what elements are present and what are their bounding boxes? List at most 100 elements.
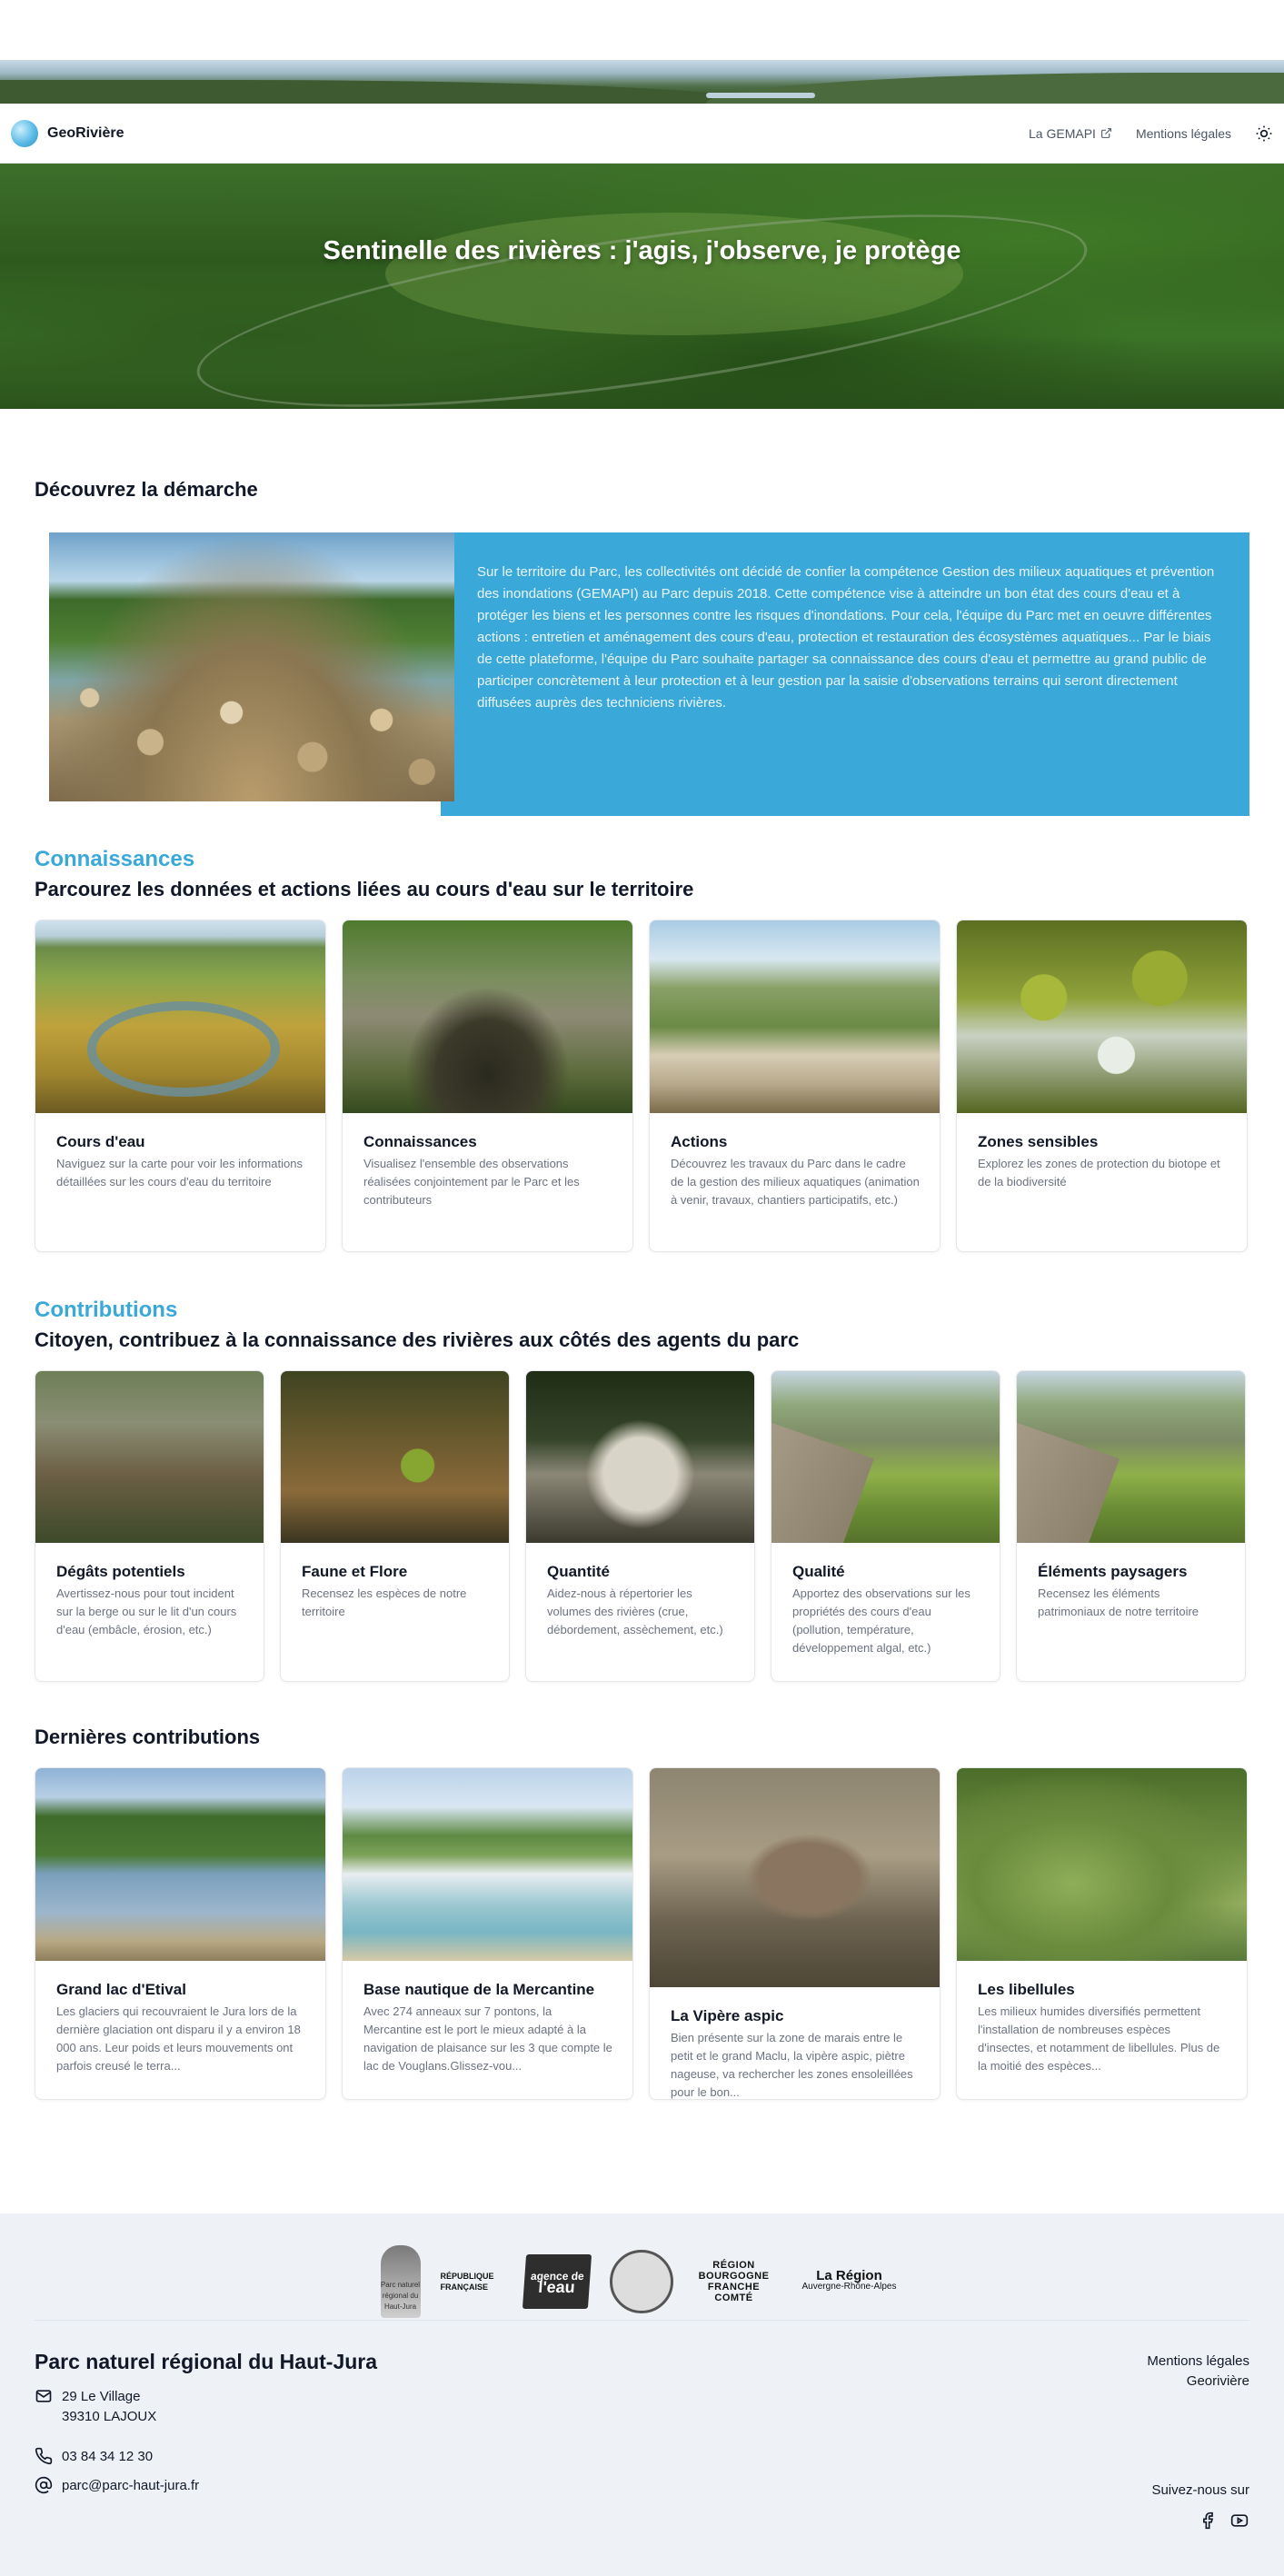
card-vipere-aspic[interactable]: La Vipère aspic Bien présente sur la zone… [649, 1767, 941, 2100]
card-desc: Naviguez sur la carte pour voir les info… [56, 1157, 303, 1189]
card-title: Base nautique de la Mercantine [363, 1981, 595, 1998]
card-actions[interactable]: Actions Découvrez les travaux du Parc dan… [649, 920, 941, 1252]
demarche-title: Découvrez la démarche [35, 478, 258, 501]
card-image [650, 1768, 940, 1987]
nav-link-gemapi-label: La GEMAPI [1029, 125, 1096, 141]
card-cours-deau[interactable]: Cours d'eau Naviguez sur la carte pour vo… [35, 920, 326, 1252]
hero-banner: Sentinelle des rivières : j'agis, j'obse… [0, 164, 1284, 409]
card-image [957, 920, 1247, 1113]
hero-title: Sentinelle des rivières : j'agis, j'obse… [323, 236, 961, 265]
nav-link-mentions[interactable]: Mentions légales [1136, 126, 1231, 141]
footer-link-mentions[interactable]: Mentions légales [1147, 2352, 1249, 2372]
demarche-text: Sur le territoire du Parc, les collectiv… [441, 532, 1249, 816]
footer-links: Mentions légales Georivière Suivez-nous … [1147, 2350, 1249, 2530]
connaissances-section: Connaissances Parcourez les données et a… [35, 847, 1249, 1252]
card-desc: Explorez les zones de protection du biot… [978, 1157, 1220, 1189]
card-elements-paysagers[interactable]: Éléments paysagers Recensez les éléments … [1016, 1370, 1246, 1682]
contributions-eyebrow: Contributions [35, 1298, 178, 1322]
agence-eau-logo: agence de l'eau [522, 2253, 592, 2309]
brand-logo [11, 119, 38, 147]
connaissances-cards: Cours d'eau Naviguez sur la carte pour vo… [35, 920, 1249, 1252]
dernieres-cards: Grand lac d'Etival Les glaciers qui recou… [35, 1767, 1249, 2100]
phone-number: 03 84 34 12 30 [62, 2449, 154, 2464]
footer-link-georiviere[interactable]: Georivière [1147, 2372, 1249, 2392]
river-stones-image [49, 532, 454, 801]
card-desc: Recensez les éléments patrimoniaux de no… [1038, 1586, 1199, 1618]
demarche-section: Découvrez la démarche Sur le territoire … [35, 478, 1249, 816]
card-image [957, 1768, 1247, 1961]
footer-phone[interactable]: 03 84 34 12 30 [35, 2447, 377, 2467]
footer-title: Parc naturel régional du Haut-Jura [35, 2350, 378, 2373]
card-desc: Avertissez-nous pour tout incident sur l… [56, 1586, 237, 1636]
external-link-icon [1101, 128, 1111, 138]
parc-logo-text: Parc naturel régional du Haut-Jura [380, 2280, 421, 2311]
round-partner-logo [609, 2249, 673, 2313]
card-title: Connaissances [363, 1133, 477, 1150]
card-title: Cours d'eau [56, 1133, 145, 1150]
card-title: Qualité [792, 1563, 845, 1580]
card-quantite[interactable]: Quantité Aidez-nous à répertorier les vol… [525, 1370, 755, 1682]
connaissances-title: Parcourez les données et actions liées a… [35, 878, 694, 900]
card-degats[interactable]: Dégâts potentiels Avertissez-nous pour to… [35, 1370, 264, 1682]
nav-link-mentions-label: Mentions légales [1135, 125, 1231, 141]
contributions-cards: Dégâts potentiels Avertissez-nous pour to… [35, 1370, 1249, 1682]
card-grand-lac-etival[interactable]: Grand lac d'Etival Les glaciers qui recou… [35, 1767, 326, 2100]
region-aura-logo: La Région Auvergne-Rhône-Alpes [801, 2267, 897, 2292]
card-title: Les libellules [978, 1981, 1075, 1998]
card-title: La Vipère aspic [671, 2007, 784, 2024]
card-desc: Recensez les espèces de notre territoire [302, 1586, 467, 1618]
card-desc: Les milieux humides diversifiés permette… [978, 2004, 1220, 2073]
dernieres-title: Dernières contributions [35, 1726, 261, 1748]
nav-links: La GEMAPI Mentions légales [1029, 124, 1273, 143]
mail-icon [35, 2390, 52, 2402]
card-image [526, 1371, 754, 1543]
footer-email[interactable]: parc@parc-haut-jura.fr [35, 2476, 377, 2496]
dernieres-contributions-section: Dernières contributions Grand lac d'Etiv… [35, 1726, 1249, 2100]
region-bfc-logo: RÉGION BOURGOGNE FRANCHE COMTÉ [698, 2259, 770, 2303]
contributions-title: Citoyen, contribuez à la connaissance de… [35, 1328, 800, 1351]
card-image [35, 920, 325, 1113]
youtube-icon[interactable] [1229, 2511, 1249, 2530]
sun-icon[interactable] [1255, 124, 1273, 143]
facebook-icon[interactable] [1199, 2511, 1217, 2530]
card-image [1017, 1371, 1245, 1543]
footer-main: Parc naturel régional du Haut-Jura 29 Le… [0, 2321, 1284, 2530]
card-zones-sensibles[interactable]: Zones sensibles Explorez les zones de pro… [956, 920, 1248, 1252]
card-desc: Visualisez l'ensemble des observations r… [363, 1157, 580, 1207]
card-faune-flore[interactable]: Faune et Flore Recensez les espèces de no… [280, 1370, 510, 1682]
footer-address: 29 Le Village 39310 LAJOUX [35, 2387, 377, 2427]
follow-label: Suivez-nous sur [1151, 2482, 1249, 2498]
card-image [343, 1768, 632, 1961]
card-image [281, 1371, 509, 1543]
email-address: parc@parc-haut-jura.fr [62, 2478, 200, 2493]
top-whitespace [0, 0, 1284, 60]
at-icon [35, 2476, 53, 2494]
connaissances-eyebrow: Connaissances [35, 847, 195, 871]
card-image [35, 1768, 325, 1961]
brand[interactable]: GeoRivière [11, 119, 124, 147]
card-image [771, 1371, 1000, 1543]
card-qualite[interactable]: Qualité Apportez des observations sur les… [771, 1370, 1000, 1682]
phone-icon [35, 2447, 53, 2465]
card-desc: Apportez des observations sur les propri… [792, 1586, 970, 1655]
address-line-1: 29 Le Village [62, 2389, 141, 2404]
card-base-nautique[interactable]: Base nautique de la Mercantine Avec 274 a… [342, 1767, 633, 2100]
card-desc: Aidez-nous à répertorier les volumes des… [547, 1586, 723, 1636]
card-title: Grand lac d'Etival [56, 1981, 186, 1998]
card-title: Éléments paysagers [1038, 1563, 1188, 1580]
card-desc: Avec 274 anneaux sur 7 pontons, la Merca… [363, 2004, 612, 2073]
footer: Parc naturel régional du Haut-Jura RÉPUB… [0, 2213, 1284, 2576]
card-libellules[interactable]: Les libellules Les milieux humides divers… [956, 1767, 1248, 2100]
footer-contact: Parc naturel régional du Haut-Jura 29 Le… [35, 2350, 377, 2530]
contributions-section: Contributions Citoyen, contribuez à la c… [35, 1298, 1249, 1682]
card-title: Faune et Flore [302, 1563, 408, 1580]
card-connaissances[interactable]: Connaissances Visualisez l'ensemble des o… [342, 920, 633, 1252]
social-links [1147, 2511, 1249, 2530]
nav-link-gemapi[interactable]: La GEMAPI [1029, 126, 1112, 141]
card-desc: Bien présente sur la zone de marais entr… [671, 2031, 913, 2099]
partner-logos: Parc naturel régional du Haut-Jura RÉPUB… [35, 2213, 1249, 2321]
parc-logo: Parc naturel régional du Haut-Jura [380, 2244, 421, 2318]
card-desc: Les glaciers qui recouvraient le Jura lo… [56, 2004, 301, 2073]
card-image [343, 920, 632, 1113]
republique-francaise-logo: RÉPUBLIQUE FRANÇAISE [440, 2271, 494, 2292]
